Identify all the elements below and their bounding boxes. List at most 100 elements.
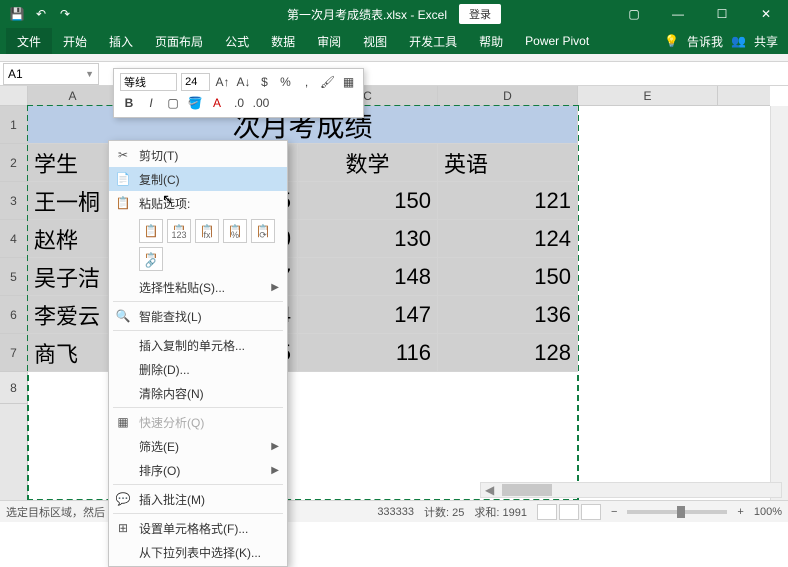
menu-copy[interactable]: 📄复制(C) <box>109 167 287 191</box>
tab-review[interactable]: 审阅 <box>306 28 352 54</box>
row-header-5[interactable]: 5 <box>0 258 27 296</box>
menu-sort[interactable]: 排序(O)▶ <box>109 458 287 482</box>
cell-c2[interactable]: 数学 <box>298 144 438 182</box>
share-label[interactable]: 共享 <box>754 33 778 50</box>
cell-d5[interactable]: 150 <box>438 258 578 296</box>
menu-pick-from-list[interactable]: 从下拉列表中选择(K)... <box>109 540 287 564</box>
cell-a3[interactable]: 王一桐 <box>28 182 118 220</box>
cell-a4[interactable]: 赵桦 <box>28 220 118 258</box>
cell-a6[interactable]: 李爱云 <box>28 296 118 334</box>
increase-decimal-icon[interactable]: .00 <box>252 94 270 112</box>
menu-format-cells[interactable]: ⊞设置单元格格式(F)... <box>109 516 287 540</box>
tellme-icon[interactable]: 💡 <box>664 34 679 48</box>
row-header-2[interactable]: 2 <box>0 144 27 182</box>
row-header-8[interactable]: 8 <box>0 372 27 404</box>
border-icon[interactable]: ▢ <box>164 94 182 112</box>
scroll-left-icon[interactable]: ◀ <box>481 483 498 497</box>
page-layout-view-icon[interactable] <box>559 504 579 520</box>
minimize-icon[interactable]: — <box>656 0 700 28</box>
tab-layout[interactable]: 页面布局 <box>144 28 214 54</box>
zoom-level[interactable]: 100% <box>754 506 782 518</box>
increase-font-icon[interactable]: A↑ <box>214 73 231 91</box>
login-button[interactable]: 登录 <box>459 4 501 24</box>
menu-paste-special[interactable]: 选择性粘贴(S)...▶ <box>109 275 287 299</box>
tab-help[interactable]: 帮助 <box>468 28 514 54</box>
merge-center-icon[interactable]: ▦ <box>340 73 357 91</box>
close-icon[interactable]: ✕ <box>744 0 788 28</box>
tab-insert[interactable]: 插入 <box>98 28 144 54</box>
decrease-decimal-icon[interactable]: .0 <box>230 94 248 112</box>
maximize-icon[interactable]: ☐ <box>700 0 744 28</box>
row-header-4[interactable]: 4 <box>0 220 27 258</box>
paste-option-all[interactable] <box>139 219 163 243</box>
menu-delete[interactable]: 删除(D)... <box>109 357 287 381</box>
horizontal-scrollbar[interactable]: ◀ <box>480 482 782 498</box>
cell-c7[interactable]: 116 <box>298 334 438 372</box>
font-size-selector[interactable]: 24 <box>181 73 210 91</box>
paste-option-formatting[interactable]: ⟳ <box>251 219 275 243</box>
menu-insert-copied[interactable]: 插入复制的单元格... <box>109 333 287 357</box>
share-icon[interactable]: 👥 <box>731 34 746 48</box>
menu-clear[interactable]: 清除内容(N) <box>109 381 287 405</box>
row-header-1[interactable]: 1 <box>0 106 27 144</box>
save-icon[interactable]: 💾 <box>6 3 28 25</box>
cell-d4[interactable]: 124 <box>438 220 578 258</box>
comma-format-icon[interactable]: , <box>298 73 315 91</box>
ribbon-options-icon[interactable]: ▢ <box>612 0 656 28</box>
tab-home[interactable]: 开始 <box>52 28 98 54</box>
cell-a5[interactable]: 吴子洁 <box>28 258 118 296</box>
tellme-label[interactable]: 告诉我 <box>687 33 723 50</box>
menu-filter[interactable]: 筛选(E)▶ <box>109 434 287 458</box>
fill-color-icon[interactable]: 🪣 <box>186 94 204 112</box>
scrollbar-thumb[interactable] <box>502 484 552 496</box>
redo-icon[interactable]: ↷ <box>54 3 76 25</box>
chevron-down-icon[interactable]: ▼ <box>85 69 94 79</box>
zoom-out-icon[interactable]: − <box>611 506 617 518</box>
menu-cut[interactable]: ✂剪切(T) <box>109 143 287 167</box>
zoom-slider[interactable] <box>627 510 727 514</box>
tab-data[interactable]: 数据 <box>260 28 306 54</box>
zoom-in-icon[interactable]: + <box>737 506 743 518</box>
page-break-view-icon[interactable] <box>581 504 601 520</box>
format-painter-icon[interactable]: 🖌 <box>319 73 336 91</box>
col-header-e[interactable]: E <box>578 86 718 105</box>
tab-view[interactable]: 视图 <box>352 28 398 54</box>
paste-option-link[interactable]: 🔗 <box>139 247 163 271</box>
font-color-icon[interactable]: A <box>208 94 226 112</box>
tab-file[interactable]: 文件 <box>6 28 52 54</box>
tab-developer[interactable]: 开发工具 <box>398 28 468 54</box>
cell-c4[interactable]: 130 <box>298 220 438 258</box>
tab-powerpivot[interactable]: Power Pivot <box>514 28 600 54</box>
font-selector[interactable]: 等线 <box>120 73 177 91</box>
cell-a7[interactable]: 商飞 <box>28 334 118 372</box>
accounting-format-icon[interactable]: $ <box>256 73 273 91</box>
vertical-scrollbar[interactable] <box>770 106 788 500</box>
cell-c3[interactable]: 150 <box>298 182 438 220</box>
row-header-7[interactable]: 7 <box>0 334 27 372</box>
row-header-6[interactable]: 6 <box>0 296 27 334</box>
row-header-3[interactable]: 3 <box>0 182 27 220</box>
cell-c5[interactable]: 148 <box>298 258 438 296</box>
col-header-d[interactable]: D <box>438 86 578 105</box>
cell-d7[interactable]: 128 <box>438 334 578 372</box>
cell-d3[interactable]: 121 <box>438 182 578 220</box>
cell-a2[interactable]: 学生 <box>28 144 118 182</box>
select-all-corner[interactable] <box>0 86 28 106</box>
cell-c6[interactable]: 147 <box>298 296 438 334</box>
bold-icon[interactable]: B <box>120 94 138 112</box>
col-header-a[interactable]: A <box>28 86 118 105</box>
undo-icon[interactable]: ↶ <box>30 3 52 25</box>
menu-smart-lookup[interactable]: 🔍智能查找(L) <box>109 304 287 328</box>
italic-icon[interactable]: I <box>142 94 160 112</box>
normal-view-icon[interactable] <box>537 504 557 520</box>
name-box[interactable]: A1 ▼ <box>3 63 99 85</box>
paste-option-values[interactable]: 123 <box>167 219 191 243</box>
cell-d2[interactable]: 英语 <box>438 144 578 182</box>
percent-format-icon[interactable]: % <box>277 73 294 91</box>
decrease-font-icon[interactable]: A↓ <box>235 73 252 91</box>
paste-option-transpose[interactable]: % <box>223 219 247 243</box>
tab-formulas[interactable]: 公式 <box>214 28 260 54</box>
paste-option-formulas[interactable]: fx <box>195 219 219 243</box>
menu-insert-comment[interactable]: 💬插入批注(M) <box>109 487 287 511</box>
cell-d6[interactable]: 136 <box>438 296 578 334</box>
